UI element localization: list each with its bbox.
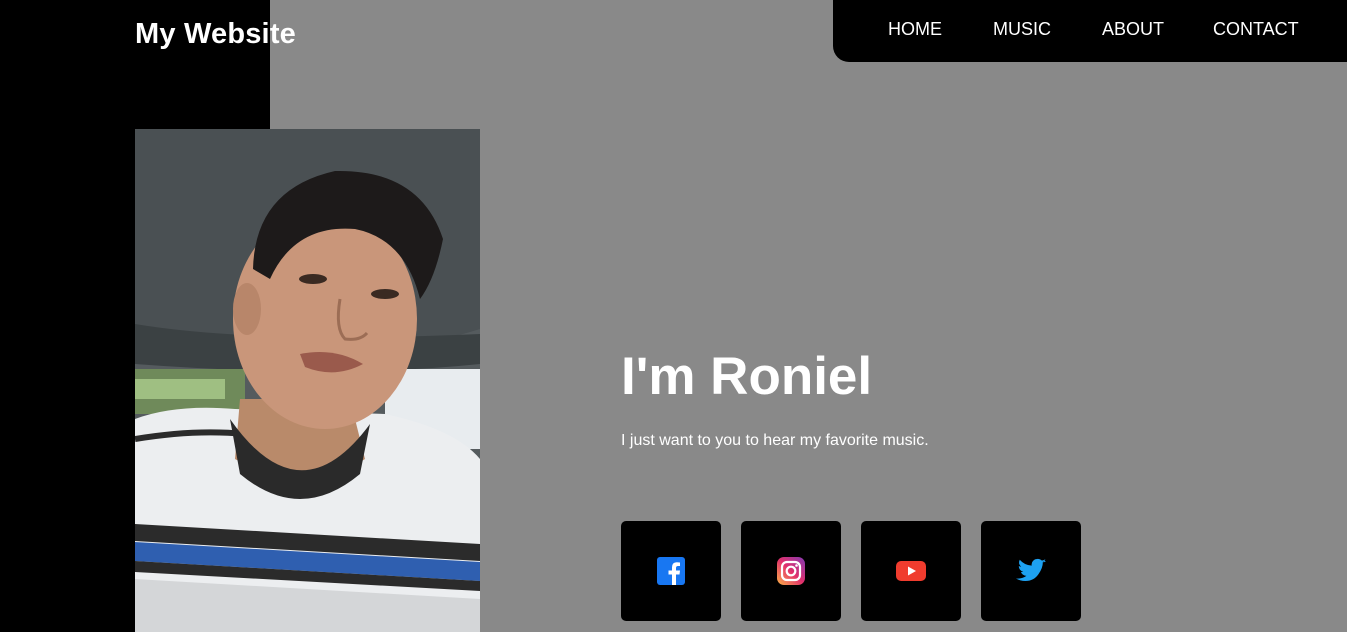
site-logo[interactable]: My Website — [135, 18, 296, 51]
instagram-icon — [777, 557, 805, 585]
top-nav: HOME MUSIC ABOUT CONTACT — [833, 0, 1347, 62]
facebook-icon — [657, 557, 685, 585]
profile-photo — [135, 129, 480, 632]
left-black-band-lower — [0, 129, 135, 632]
youtube-icon — [896, 561, 926, 581]
youtube-button[interactable] — [861, 521, 961, 621]
nav-home[interactable]: HOME — [888, 19, 942, 40]
twitter-button[interactable] — [981, 521, 1081, 621]
nav-about[interactable]: ABOUT — [1102, 19, 1164, 40]
hero-subtitle: I just want to you to hear my favorite m… — [621, 432, 929, 449]
nav-contact[interactable]: CONTACT — [1213, 19, 1299, 40]
twitter-icon — [1016, 558, 1046, 581]
hero-title: I'm Roniel — [621, 347, 873, 406]
instagram-button[interactable] — [741, 521, 841, 621]
facebook-button[interactable] — [621, 521, 721, 621]
nav-music[interactable]: MUSIC — [993, 19, 1051, 40]
page: My Website HOME MUSIC ABOUT CONTACT I'm … — [0, 0, 1347, 632]
